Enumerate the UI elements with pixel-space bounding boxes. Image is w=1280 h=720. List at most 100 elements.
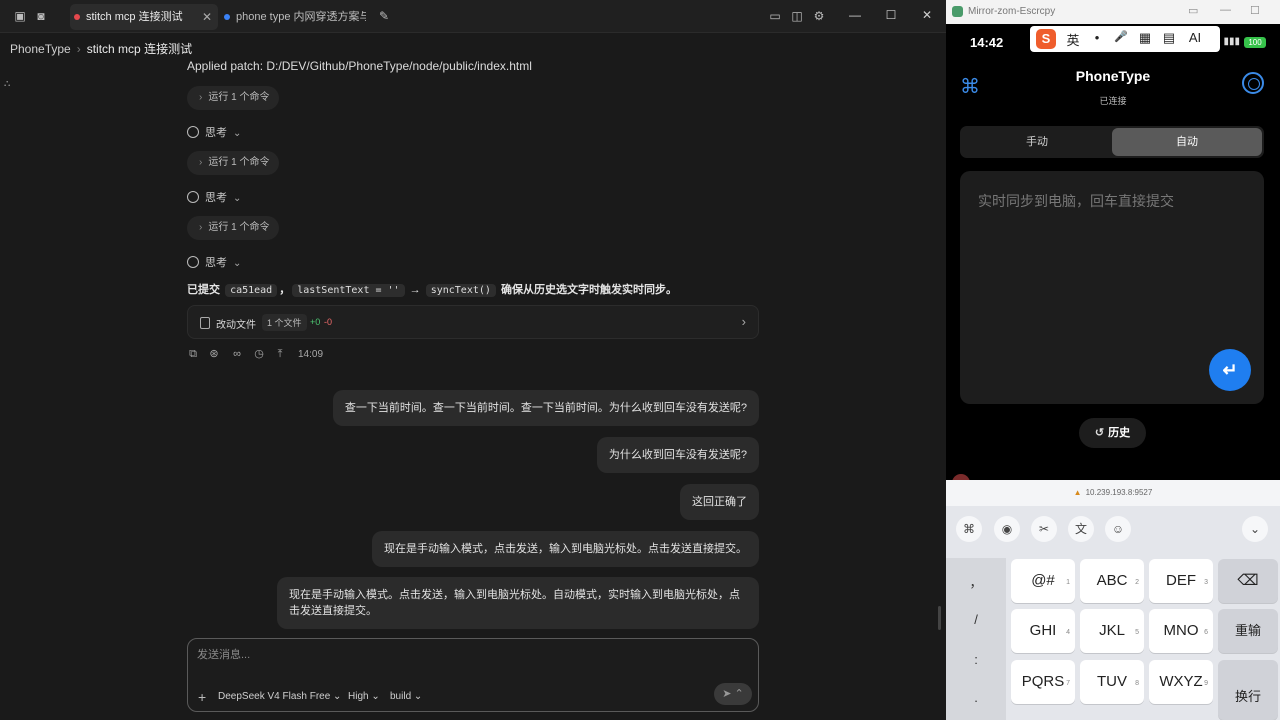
message-time: 14:09 (298, 349, 324, 360)
screen-icon[interactable]: ◙ (33, 8, 49, 24)
mode-segmented-control: 手动 自动 (960, 126, 1264, 158)
key-number: 7 (1066, 680, 1070, 687)
mic-icon[interactable]: ◉ (994, 516, 1020, 542)
chevron-right-icon: › (76, 42, 81, 56)
key-number: 3 (1204, 579, 1208, 586)
timer-icon[interactable]: ◷ (253, 348, 265, 360)
think-label: 思考 (205, 192, 227, 204)
effort-label: High (348, 691, 369, 702)
run-command-pill[interactable]: › 运行 1 个命令 (187, 86, 280, 110)
think-toggle[interactable]: 思考 ⌄ (187, 254, 241, 270)
panel-icon[interactable]: ◫ (789, 8, 805, 24)
chevron-down-icon[interactable]: ⌄ (1242, 516, 1268, 542)
share-icon[interactable]: ⊛ (208, 348, 220, 360)
theme-toggle-icon[interactable] (1242, 72, 1264, 94)
newline-key[interactable]: 换行 (1218, 660, 1278, 720)
think-toggle[interactable]: 思考 ⌄ (187, 124, 241, 140)
keyboard-icon[interactable]: ▦ (1136, 30, 1154, 46)
key-9[interactable]: WXYZ 9 (1149, 660, 1213, 704)
key-label: PQRS (1021, 673, 1065, 690)
key-number: 8 (1135, 680, 1139, 687)
symbol-key[interactable]: . (946, 690, 1006, 705)
terminal-icon[interactable]: ▭ (767, 8, 783, 24)
key-5[interactable]: JKL 5 (1080, 609, 1144, 653)
key-label: GHI (1029, 622, 1057, 639)
key-number: 2 (1135, 579, 1139, 586)
settings-icon[interactable]: ⚙ (811, 8, 827, 24)
backspace-key[interactable]: ⌫ (1218, 559, 1278, 603)
message-composer[interactable]: 发送消息... + DeepSeek V4 Flash Free ⌄ High … (187, 638, 759, 712)
command-icon[interactable]: ⌘ (956, 516, 982, 542)
key-label: JKL (1099, 622, 1125, 639)
effort-select[interactable]: High ⌄ (348, 691, 380, 702)
minimize-icon[interactable]: — (1220, 4, 1231, 16)
mode-select[interactable]: build ⌄ (390, 691, 422, 702)
key-number: 6 (1204, 629, 1208, 636)
history-icon: ↺ (1094, 427, 1105, 439)
reenter-key[interactable]: 重输 (1218, 609, 1278, 653)
summary-sep: ， (279, 284, 291, 296)
brain-icon (187, 191, 199, 203)
ai-key[interactable]: AI (1186, 30, 1204, 45)
message-input-placeholder[interactable]: 发送消息... (197, 646, 250, 662)
lang-key[interactable]: 英 (1064, 30, 1082, 49)
mode-auto-button[interactable]: 自动 (1112, 128, 1262, 156)
breadcrumb-root[interactable]: PhoneType (10, 42, 71, 56)
scroll-top-icon[interactable]: ⤒ (274, 348, 286, 360)
sogou-logo-icon[interactable]: S (1036, 29, 1056, 49)
emoji-icon[interactable]: ☺ (1105, 516, 1131, 542)
key-6[interactable]: MNO 6 (1149, 609, 1213, 653)
symbol-key[interactable]: : (946, 652, 1006, 667)
key-label: WXYZ (1159, 673, 1203, 690)
send-button[interactable]: ➤ ⌃ (714, 683, 752, 705)
translate-icon[interactable]: 文 (1068, 516, 1094, 542)
tab-stitch-mcp[interactable]: stitch mcp 连接测试 ✕ (70, 4, 218, 30)
key-3[interactable]: DEF 3 (1149, 559, 1213, 603)
model-select[interactable]: DeepSeek V4 Flash Free ⌄ (218, 691, 341, 702)
maximize-icon[interactable]: ☐ (883, 8, 899, 22)
text-input-area[interactable]: 实时同步到电脑，回车直接提交 ↵ (960, 171, 1264, 404)
run-command-pill[interactable]: › 运行 1 个命令 (187, 216, 280, 240)
sidebar-toggle-icon[interactable]: ▣ (12, 8, 28, 24)
copy-icon[interactable]: ⧉ (187, 348, 199, 360)
pin-icon[interactable]: ▭ (1188, 4, 1198, 17)
punct-key[interactable]: • (1088, 30, 1106, 45)
symbol-key[interactable]: ， (946, 572, 1006, 591)
run-command-pill[interactable]: › 运行 1 个命令 (187, 151, 280, 175)
brain-icon (187, 126, 199, 138)
key-8[interactable]: TUV 8 (1080, 660, 1144, 704)
file-icon (200, 317, 210, 329)
link-icon[interactable]: ∞ (231, 348, 243, 360)
chevron-down-icon: ⌄ (233, 193, 242, 204)
key-7[interactable]: PQRS 7 (1011, 660, 1075, 704)
new-tab-icon[interactable]: ✎ (376, 8, 392, 24)
think-toggle[interactable]: 思考 ⌄ (187, 189, 241, 205)
think-label: 思考 (205, 127, 227, 139)
key-label: TUV (1097, 673, 1127, 690)
symbol-key[interactable]: / (946, 612, 1006, 627)
enter-button[interactable]: ↵ (1209, 349, 1251, 391)
key-2[interactable]: ABC 2 (1080, 559, 1144, 603)
user-icon[interactable]: ⛬ (4, 78, 10, 89)
add-icon[interactable]: + (198, 689, 206, 705)
close-icon[interactable]: ✕ (202, 4, 212, 30)
history-button[interactable]: ↺ 历史 (1079, 418, 1146, 448)
tab-phone-type[interactable]: phone type 内网穿透方案与2 (220, 4, 366, 30)
phonetype-header: ⌘ PhoneType 已连接 (946, 60, 1280, 116)
scrollbar-thumb[interactable] (938, 606, 941, 630)
title-bar: ▣ ◙ stitch mcp 连接测试 ✕ phone type 内网穿透方案与… (0, 0, 946, 33)
key-4[interactable]: GHI 4 (1011, 609, 1075, 653)
app-icon (952, 6, 963, 17)
mode-manual-button[interactable]: 手动 (962, 128, 1112, 156)
breadcrumb-current: stitch mcp 连接测试 (86, 42, 193, 56)
close-window-icon[interactable]: ✕ (919, 8, 935, 22)
key-1[interactable]: @# 1 (1011, 559, 1075, 603)
clipboard-icon[interactable]: ▤ (1160, 30, 1178, 46)
scissors-icon[interactable]: ✂ (1031, 516, 1057, 542)
breadcrumb: PhoneType › stitch mcp 连接测试 (10, 40, 192, 57)
minimize-icon[interactable]: — (847, 8, 863, 22)
changed-files-card[interactable]: 改动文件 1 个文件 +0 -0 › (187, 305, 759, 339)
mirror-window-title: Mirror-zom-Escrcpy (968, 6, 1056, 17)
maximize-icon[interactable]: ☐ (1250, 4, 1260, 17)
voice-icon[interactable]: 🎤 (1112, 30, 1130, 43)
